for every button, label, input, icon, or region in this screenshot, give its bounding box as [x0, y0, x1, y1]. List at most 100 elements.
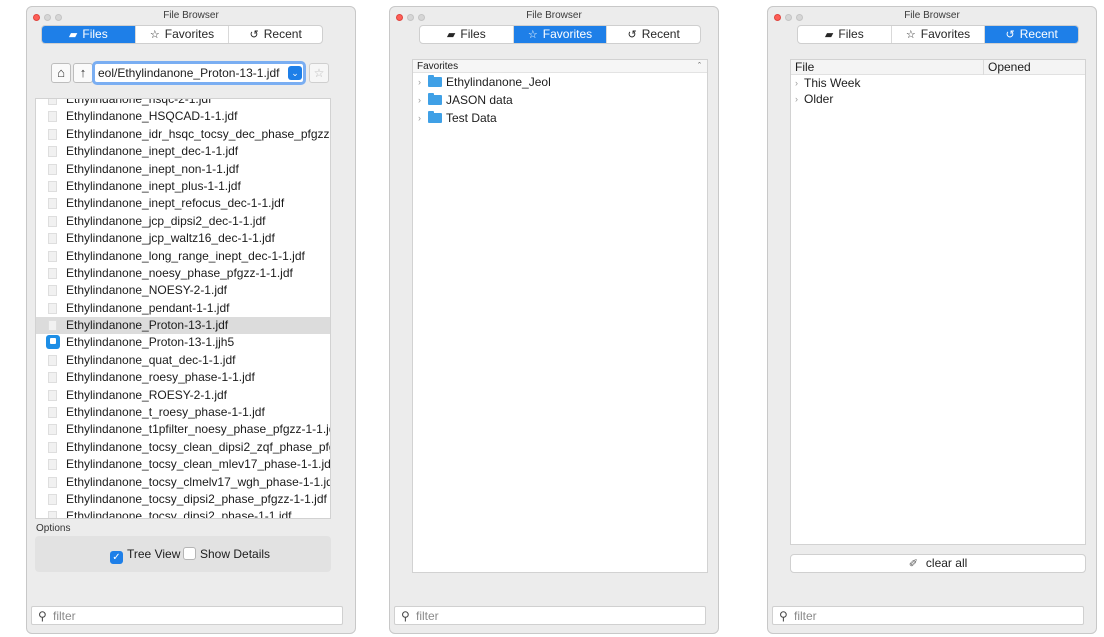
filter-field[interactable]: ⚲: [772, 606, 1084, 625]
file-name: Ethylindanone_tocsy_dipsi2_phase-1-1.jdf: [66, 509, 292, 519]
home-button[interactable]: ⌂: [51, 63, 71, 83]
disclosure-triangle-icon[interactable]: ›: [795, 91, 798, 107]
tab-favorites[interactable]: ☆ Favorites: [134, 26, 229, 43]
disclosure-triangle-icon[interactable]: ›: [795, 75, 798, 91]
arrow-up-icon: ↑: [79, 65, 87, 80]
file-list-row[interactable]: Ethylindanone_tocsy_clmelv17_wgh_phase-1…: [36, 474, 330, 491]
tab-bar: ▰ Files ☆ Favorites ↺ Recent: [797, 25, 1079, 44]
file-browser-window-favorites: File Browser ▰ Files ☆ Favorites ↺ Recent F…: [389, 6, 719, 634]
favorites-panel: Favorites ˆ › Ethylindanone_Jeol › JASON d…: [412, 59, 708, 573]
file-list-row[interactable]: Ethylindanone_noesy_phase_pfgzz-1-1.jdf: [36, 265, 330, 282]
file-list-row[interactable]: Ethylindanone_jcp_dipsi2_dec-1-1.jdf: [36, 213, 330, 230]
chevron-down-icon[interactable]: ⌄: [288, 66, 302, 80]
folder-icon: [428, 75, 442, 87]
file-list-row[interactable]: Ethylindanone_roesy_phase-1-1.jdf: [36, 369, 330, 386]
file-list-row[interactable]: Ethylindanone_jcp_waltz16_dec-1-1.jdf: [36, 230, 330, 247]
file-list[interactable]: Ethylindanone_hsqc-2-1.jdf Ethylindanone_…: [35, 98, 331, 519]
file-list-row[interactable]: Ethylindanone_inept_non-1-1.jdf: [36, 161, 330, 178]
file-list-row[interactable]: Ethylindanone_long_range_inept_dec-1-1.j…: [36, 248, 330, 265]
tab-files[interactable]: ▰ Files: [798, 26, 891, 43]
recent-table-header: File Opened: [791, 60, 1085, 75]
file-list-row[interactable]: Ethylindanone_tocsy_clean_dipsi2_zqf_pha…: [36, 439, 330, 456]
tree-view-checkbox[interactable]: ✓ Tree View: [110, 547, 180, 564]
column-header-file[interactable]: File: [795, 60, 814, 75]
clear-all-button[interactable]: ✐ clear all: [790, 554, 1086, 573]
tab-files[interactable]: ▰ Files: [420, 26, 513, 43]
file-name: Ethylindanone_idr_hsqc_tocsy_dec_phase_p…: [66, 126, 331, 141]
file-list-row[interactable]: Ethylindanone_NOESY-2-1.jdf: [36, 282, 330, 299]
file-list-row[interactable]: Ethylindanone_idr_hsqc_tocsy_dec_phase_p…: [36, 126, 330, 143]
file-list-row[interactable]: Ethylindanone_inept_plus-1-1.jdf: [36, 178, 330, 195]
document-icon: [48, 198, 57, 210]
folder-tab-icon: ▰: [446, 29, 456, 41]
file-list-row[interactable]: Ethylindanone_ROESY-2-1.jdf: [36, 387, 330, 404]
document-icon: [48, 511, 57, 518]
file-name: Ethylindanone_noesy_phase_pfgzz-1-1.jdf: [66, 265, 293, 280]
file-list-row[interactable]: Ethylindanone_quat_dec-1-1.jdf: [36, 352, 330, 369]
tab-favorites[interactable]: ☆ Favorites: [512, 26, 607, 43]
window-title: File Browser: [904, 10, 960, 21]
document-icon: [48, 233, 57, 245]
file-list-row[interactable]: Ethylindanone_hsqc-2-1.jdf: [36, 98, 330, 108]
window-title: File Browser: [526, 10, 582, 21]
file-list-row[interactable]: Ethylindanone_tocsy_dipsi2_phase-1-1.jdf: [36, 508, 330, 519]
filter-input[interactable]: [416, 608, 696, 623]
filter-input[interactable]: [794, 608, 1074, 623]
filter-field[interactable]: ⚲: [394, 606, 706, 625]
file-list-row[interactable]: Ethylindanone_t_roesy_phase-1-1.jdf: [36, 404, 330, 421]
tab-favorites[interactable]: ☆ Favorites: [890, 26, 985, 43]
file-name: Ethylindanone_Proton-13-1.jjh5: [66, 335, 235, 350]
tab-recent[interactable]: ↺ Recent: [984, 26, 1078, 43]
file-name: Ethylindanone_Proton-13-1.jdf: [66, 318, 229, 333]
favorite-item[interactable]: › Test Data: [413, 109, 707, 127]
add-favorite-button[interactable]: ☆: [309, 63, 329, 83]
document-icon: [48, 424, 57, 436]
document-icon: [48, 476, 57, 488]
file-list-row[interactable]: Ethylindanone_HSQCAD-1-1.jdf: [36, 108, 330, 125]
file-list-row[interactable]: Ethylindanone_t1pfilter_noesy_phase_pfgz…: [36, 421, 330, 438]
file-list-row[interactable]: Ethylindanone_pendant-1-1.jdf: [36, 300, 330, 317]
file-list-row[interactable]: Ethylindanone_tocsy_dipsi2_phase_pfgzz-1…: [36, 491, 330, 508]
file-name: Ethylindanone_tocsy_dipsi2_phase_pfgzz-1…: [66, 491, 327, 506]
filter-input[interactable]: [53, 608, 333, 623]
file-list-row[interactable]: Ethylindanone_inept_dec-1-1.jdf: [36, 143, 330, 160]
path-value: eol/Ethylindanone_Proton-13-1.jdf: [98, 66, 280, 80]
favorite-item[interactable]: › JASON data: [413, 91, 707, 109]
chevron-up-icon: ˆ: [698, 61, 701, 71]
filter-field[interactable]: ⚲: [31, 606, 343, 625]
recent-group[interactable]: › Older: [791, 91, 1085, 107]
magnifier-icon: ⚲: [38, 609, 47, 623]
magnifier-icon: ⚲: [779, 609, 788, 623]
file-list-row[interactable]: Ethylindanone_inept_refocus_dec-1-1.jdf: [36, 195, 330, 212]
disclosure-triangle-icon[interactable]: ›: [418, 109, 421, 127]
folder-icon: [428, 111, 442, 123]
document-icon: [48, 250, 57, 262]
tab-bar: ▰ Files ☆ Favorites ↺ Recent: [41, 25, 323, 44]
document-icon: [48, 163, 57, 175]
column-header-opened[interactable]: Opened: [983, 60, 1087, 75]
file-name: Ethylindanone_quat_dec-1-1.jdf: [66, 352, 236, 367]
document-icon: [48, 354, 57, 366]
folder-tab-icon: ▰: [68, 29, 78, 41]
disclosure-triangle-icon[interactable]: ›: [418, 73, 421, 91]
document-icon: [48, 441, 57, 453]
file-list-row[interactable]: Ethylindanone_Proton-13-1.jdf: [36, 317, 330, 335]
recent-panel: File Opened › This Week › Older: [790, 59, 1086, 545]
path-combobox[interactable]: eol/Ethylindanone_Proton-13-1.jdf ⌄: [92, 61, 306, 85]
show-details-checkbox[interactable]: Show Details: [183, 547, 270, 561]
file-list-row[interactable]: Ethylindanone_Proton-13-1.jjh5: [36, 334, 330, 351]
tab-recent[interactable]: ↺ Recent: [606, 26, 700, 43]
file-list-row[interactable]: Ethylindanone_tocsy_clean_mlev17_phase-1…: [36, 456, 330, 473]
disclosure-triangle-icon[interactable]: ›: [418, 91, 421, 109]
tab-files[interactable]: ▰ Files: [42, 26, 135, 43]
file-name: Ethylindanone_ROESY-2-1.jdf: [66, 387, 227, 402]
recent-group[interactable]: › This Week: [791, 75, 1085, 91]
favorite-item[interactable]: › Ethylindanone_Jeol: [413, 73, 707, 91]
up-button[interactable]: ↑: [73, 63, 93, 83]
tab-recent[interactable]: ↺ Recent: [228, 26, 322, 43]
file-name: Ethylindanone_hsqc-2-1.jdf: [66, 98, 212, 106]
file-name: Ethylindanone_long_range_inept_dec-1-1.j…: [66, 248, 305, 263]
document-icon: [48, 215, 57, 227]
favorites-header[interactable]: Favorites ˆ: [413, 60, 707, 73]
file-name: Ethylindanone_pendant-1-1.jdf: [66, 300, 230, 315]
